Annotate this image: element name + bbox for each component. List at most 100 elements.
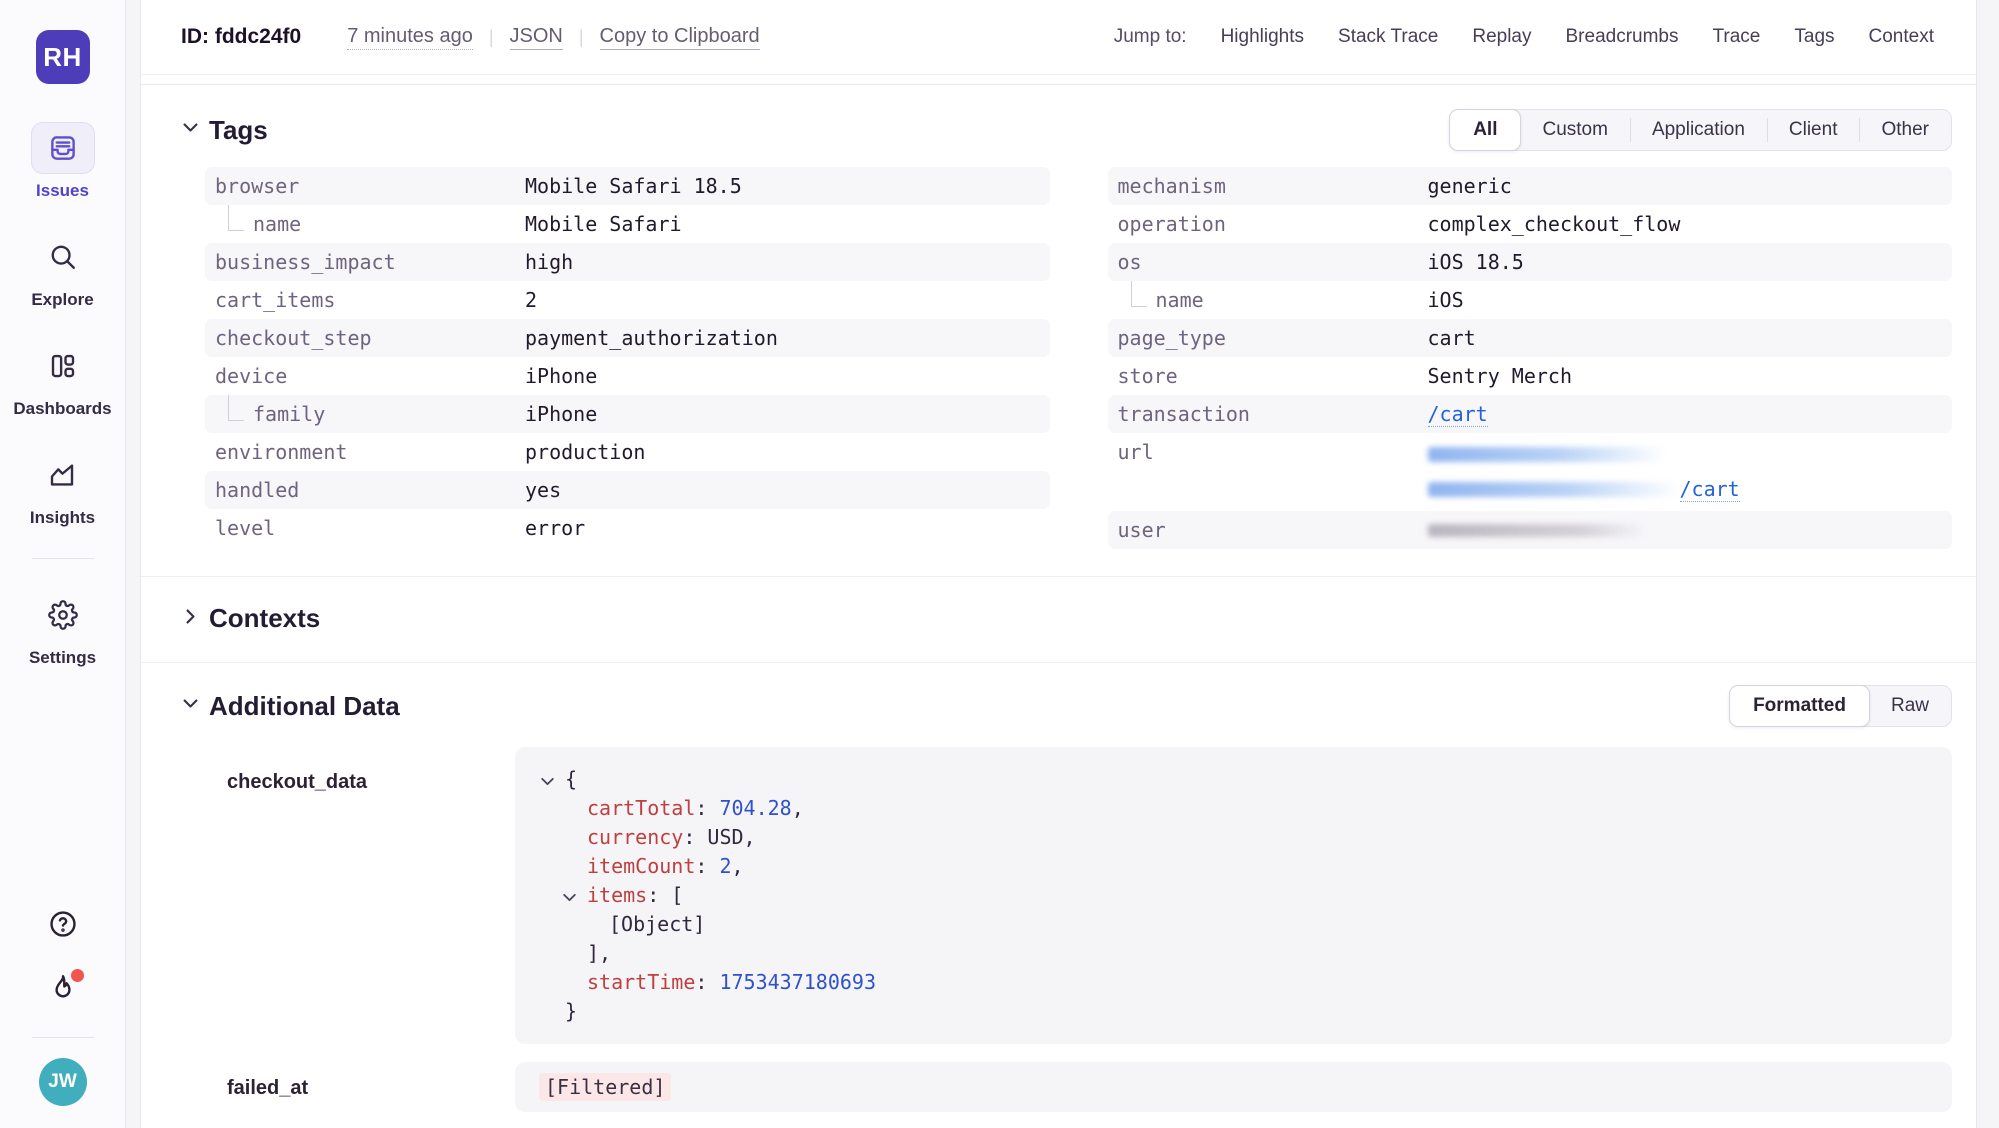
json-token-punct: : [ — [647, 883, 683, 907]
tag-value: iOS 18.5 — [1428, 250, 1524, 274]
jump-link-context[interactable]: Context — [1869, 26, 1934, 48]
help-button[interactable] — [40, 903, 86, 949]
json-token-str: USD — [707, 825, 743, 849]
tag-key: cart_items — [205, 288, 525, 312]
tag-key-text: user — [1118, 518, 1166, 542]
tag-key: family — [205, 395, 525, 433]
tag-row: user — [1108, 511, 1953, 549]
tag-row: operationcomplex_checkout_flow — [1108, 205, 1953, 243]
org-logo[interactable]: RH — [36, 30, 90, 84]
tag-key-text: handled — [215, 478, 299, 502]
sidebar-item-settings[interactable]: Settings — [29, 589, 96, 668]
tags-section-toggle[interactable]: Tags — [181, 115, 268, 146]
copy-to-clipboard-link[interactable]: Copy to Clipboard — [600, 25, 760, 50]
sidebar-divider — [32, 1037, 94, 1038]
sidebar-item-label: Settings — [29, 648, 96, 668]
tag-value-link[interactable]: /cart — [1680, 477, 1740, 502]
whats-new-button[interactable] — [40, 967, 86, 1013]
json-token-num: 2 — [719, 854, 731, 878]
view-raw-button[interactable]: Raw — [1869, 686, 1951, 726]
tag-row: mechanismgeneric — [1108, 167, 1953, 205]
sidebar-item-dashboards[interactable]: Dashboards — [13, 340, 111, 419]
json-tree-panel: {cartTotal: 704.28,currency: USD,itemCou… — [515, 747, 1952, 1044]
tag-value: iOS — [1428, 288, 1464, 312]
jump-link-breadcrumbs[interactable]: Breadcrumbs — [1566, 26, 1679, 48]
sidebar-item-label: Explore — [31, 290, 93, 310]
tag-key-text: environment — [215, 440, 347, 464]
sidebar-item-label: Dashboards — [13, 399, 111, 419]
tag-value: Sentry Merch — [1428, 364, 1573, 388]
tag-row: page_typecart — [1108, 319, 1953, 357]
jump-link-stack-trace[interactable]: Stack Trace — [1338, 26, 1438, 48]
tag-key-text: family — [253, 402, 325, 426]
tag-value: yes — [525, 478, 561, 502]
tag-key-text: device — [215, 364, 287, 388]
tree-elbow — [228, 205, 244, 231]
json-token-punct: : — [695, 970, 719, 994]
tag-key-text: business_impact — [215, 250, 396, 274]
notification-dot — [71, 969, 84, 982]
jump-link-trace[interactable]: Trace — [1713, 26, 1761, 48]
tag-key-text: mechanism — [1118, 174, 1226, 198]
view-formatted-button[interactable]: Formatted — [1729, 685, 1870, 727]
tag-value: Mobile Safari 18.5 — [525, 174, 742, 198]
additional-entry-failed-at: failed_at [Filtered] — [181, 1062, 1952, 1112]
additional-data-toggle[interactable]: Additional Data — [181, 691, 400, 722]
tag-key-text: transaction — [1118, 402, 1250, 426]
json-token-punct: , — [744, 825, 756, 849]
jump-link-highlights[interactable]: Highlights — [1221, 26, 1304, 48]
chevron-right-icon — [181, 607, 200, 631]
tag-key-text: level — [215, 516, 275, 540]
tag-key-text: name — [1156, 288, 1204, 312]
tags-filter-all[interactable]: All — [1449, 109, 1521, 151]
tags-filter-other[interactable]: Other — [1859, 110, 1951, 150]
user-avatar[interactable]: JW — [39, 1058, 87, 1106]
app-root: RH Issues E — [0, 0, 1999, 1128]
json-token-num: 1753437180693 — [719, 970, 876, 994]
json-token-punct: ], — [587, 941, 611, 965]
tag-key: level — [205, 516, 525, 540]
json-token-punct: : — [695, 854, 719, 878]
tags-filter-client[interactable]: Client — [1767, 110, 1860, 150]
redacted-value — [1428, 524, 1646, 537]
jump-link-replay[interactable]: Replay — [1472, 26, 1531, 48]
tag-key-text: operation — [1118, 212, 1226, 236]
sidebar-divider — [32, 558, 94, 559]
tag-value-link[interactable]: /cart — [1428, 402, 1488, 427]
additional-entry-checkout-data: checkout_data {cartTotal: 704.28,currenc… — [181, 747, 1952, 1044]
tags-filter-application[interactable]: Application — [1630, 110, 1767, 150]
json-line: [Object] — [539, 910, 1928, 939]
json-link[interactable]: JSON — [510, 25, 563, 50]
json-line: } — [539, 997, 1928, 1026]
filtered-value: [Filtered] — [539, 1073, 671, 1101]
tag-key-text: checkout_step — [215, 326, 372, 350]
sidebar-item-issues[interactable]: Issues — [31, 122, 95, 201]
json-token-key: items — [587, 883, 647, 907]
sidebar-item-insights[interactable]: Insights — [30, 449, 95, 528]
tag-key-text: cart_items — [215, 288, 335, 312]
sidebar-item-label: Issues — [36, 181, 89, 201]
contexts-section: Contexts — [141, 577, 1976, 663]
tag-value: Mobile Safari — [525, 212, 682, 236]
event-time-ago[interactable]: 7 minutes ago — [347, 25, 473, 50]
sidebar-item-explore[interactable]: Explore — [31, 231, 95, 310]
tags-table-right: mechanismgenericoperationcomplex_checkou… — [1108, 167, 1953, 549]
tag-key-text: name — [253, 212, 301, 236]
tag-key: mechanism — [1108, 174, 1428, 198]
tag-row: device iPhone — [205, 357, 1050, 395]
view-toggle-group: Formatted Raw — [1729, 685, 1952, 727]
sidebar-item-label: Insights — [30, 508, 95, 528]
tag-value: high — [525, 250, 573, 274]
contexts-section-toggle[interactable]: Contexts — [181, 603, 1952, 634]
question-icon — [47, 908, 79, 945]
redacted-value — [1428, 447, 1666, 462]
tag-value: iPhone — [525, 402, 597, 426]
tag-value: iPhone — [525, 364, 597, 388]
tag-key: page_type — [1108, 326, 1428, 350]
jump-link-tags[interactable]: Tags — [1794, 26, 1834, 48]
tags-filter-custom[interactable]: Custom — [1520, 110, 1629, 150]
tag-key: os — [1108, 250, 1428, 274]
json-token-punct: : — [683, 825, 707, 849]
json-line: startTime: 1753437180693 — [539, 968, 1928, 997]
event-details-panel: ID: fddc24f0 7 minutes ago | JSON | Copy… — [140, 0, 1977, 1128]
